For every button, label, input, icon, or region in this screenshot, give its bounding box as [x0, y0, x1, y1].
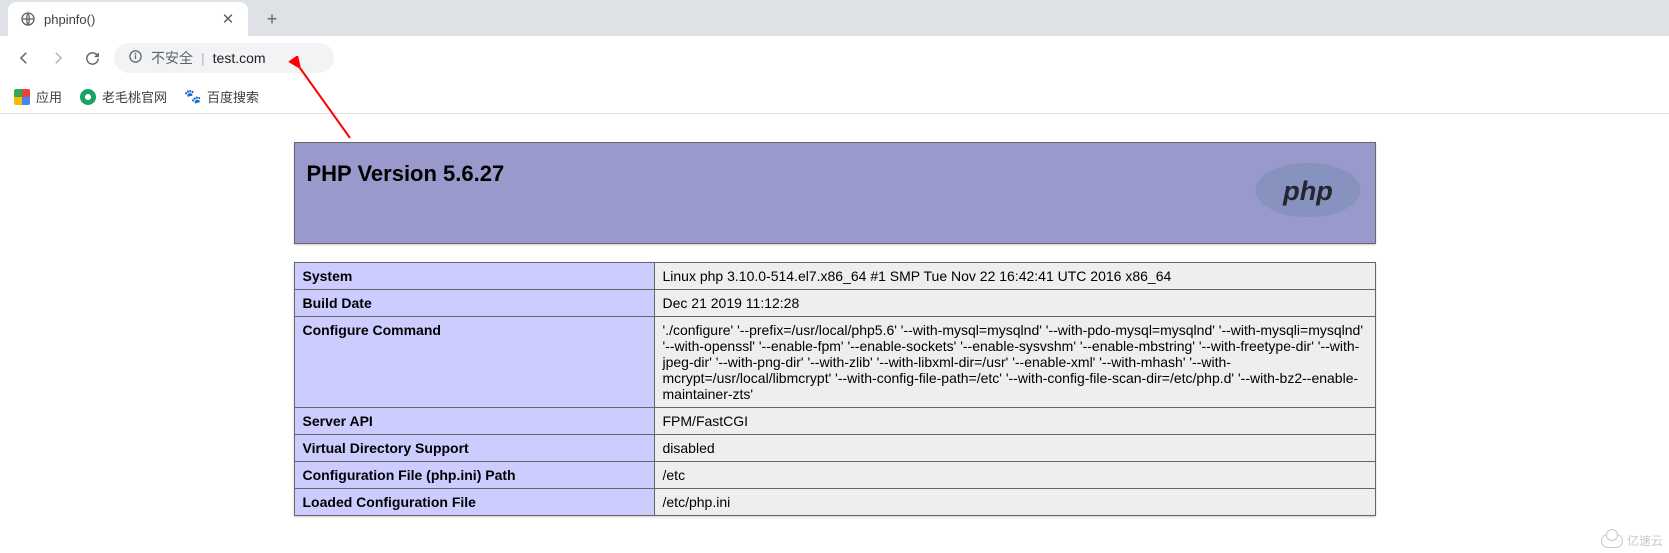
phpinfo-container: PHP Version 5.6.27 php SystemLinux php 3…: [294, 142, 1376, 516]
address-bar[interactable]: 不安全 | test.com: [114, 43, 334, 73]
cloud-icon: [1601, 534, 1623, 548]
security-label: 不安全: [151, 48, 193, 68]
config-key: Configuration File (php.ini) Path: [294, 462, 654, 489]
apps-label: 应用: [36, 87, 62, 106]
apps-icon: [14, 89, 30, 105]
bookmark-item-2[interactable]: 🐾 百度搜索: [185, 87, 259, 106]
config-key: Server API: [294, 408, 654, 435]
url-text: test.com: [213, 50, 266, 66]
table-row: Configuration File (php.ini) Path/etc: [294, 462, 1375, 489]
bookmark-favicon-2: 🐾: [185, 89, 201, 105]
table-row: Virtual Directory Supportdisabled: [294, 435, 1375, 462]
php-logo: php: [1253, 161, 1363, 225]
page-content: PHP Version 5.6.27 php SystemLinux php 3…: [0, 142, 1669, 516]
bookmark-item-1[interactable]: 老毛桃官网: [80, 87, 167, 106]
phpinfo-header-cell: PHP Version 5.6.27 php: [294, 143, 1375, 244]
tab-title: phpinfo(): [44, 12, 212, 27]
phpinfo-data-table: SystemLinux php 3.10.0-514.el7.x86_64 #1…: [294, 262, 1376, 516]
info-icon: [128, 49, 143, 67]
browser-tab-active[interactable]: phpinfo() ✕: [8, 2, 248, 36]
apps-shortcut[interactable]: 应用: [14, 87, 62, 106]
config-key: Virtual Directory Support: [294, 435, 654, 462]
watermark: 亿速云: [1601, 532, 1663, 549]
config-key: Configure Command: [294, 317, 654, 408]
config-value: './configure' '--prefix=/usr/local/php5.…: [654, 317, 1375, 408]
browser-toolbar: 不安全 | test.com: [0, 36, 1669, 80]
watermark-text: 亿速云: [1627, 532, 1663, 549]
config-key: Build Date: [294, 290, 654, 317]
table-row: Loaded Configuration File/etc/php.ini: [294, 489, 1375, 516]
globe-icon: [20, 11, 36, 27]
config-value: disabled: [654, 435, 1375, 462]
config-value: FPM/FastCGI: [654, 408, 1375, 435]
new-tab-button[interactable]: +: [258, 5, 286, 33]
bookmark-favicon-1: [80, 89, 96, 105]
table-row: Configure Command'./configure' '--prefix…: [294, 317, 1375, 408]
config-value: Dec 21 2019 11:12:28: [654, 290, 1375, 317]
config-value: Linux php 3.10.0-514.el7.x86_64 #1 SMP T…: [654, 263, 1375, 290]
browser-chrome: phpinfo() ✕ + 不安全 | test.com 应用: [0, 0, 1669, 114]
tab-strip: phpinfo() ✕ +: [0, 0, 1669, 36]
svg-text:php: php: [1282, 175, 1333, 206]
back-button[interactable]: [12, 46, 36, 70]
bookmarks-bar: 应用 老毛桃官网 🐾 百度搜索: [0, 80, 1669, 114]
php-version-title: PHP Version 5.6.27: [307, 161, 505, 186]
config-value: /etc/php.ini: [654, 489, 1375, 516]
phpinfo-header-table: PHP Version 5.6.27 php: [294, 142, 1376, 244]
bookmark-label-2: 百度搜索: [207, 87, 259, 106]
reload-button[interactable]: [80, 46, 104, 70]
bookmark-label-1: 老毛桃官网: [102, 87, 167, 106]
separator: |: [201, 50, 205, 66]
config-key: System: [294, 263, 654, 290]
table-row: Server APIFPM/FastCGI: [294, 408, 1375, 435]
config-key: Loaded Configuration File: [294, 489, 654, 516]
table-row: SystemLinux php 3.10.0-514.el7.x86_64 #1…: [294, 263, 1375, 290]
forward-button[interactable]: [46, 46, 70, 70]
close-icon[interactable]: ✕: [220, 11, 236, 27]
config-value: /etc: [654, 462, 1375, 489]
table-row: Build DateDec 21 2019 11:12:28: [294, 290, 1375, 317]
